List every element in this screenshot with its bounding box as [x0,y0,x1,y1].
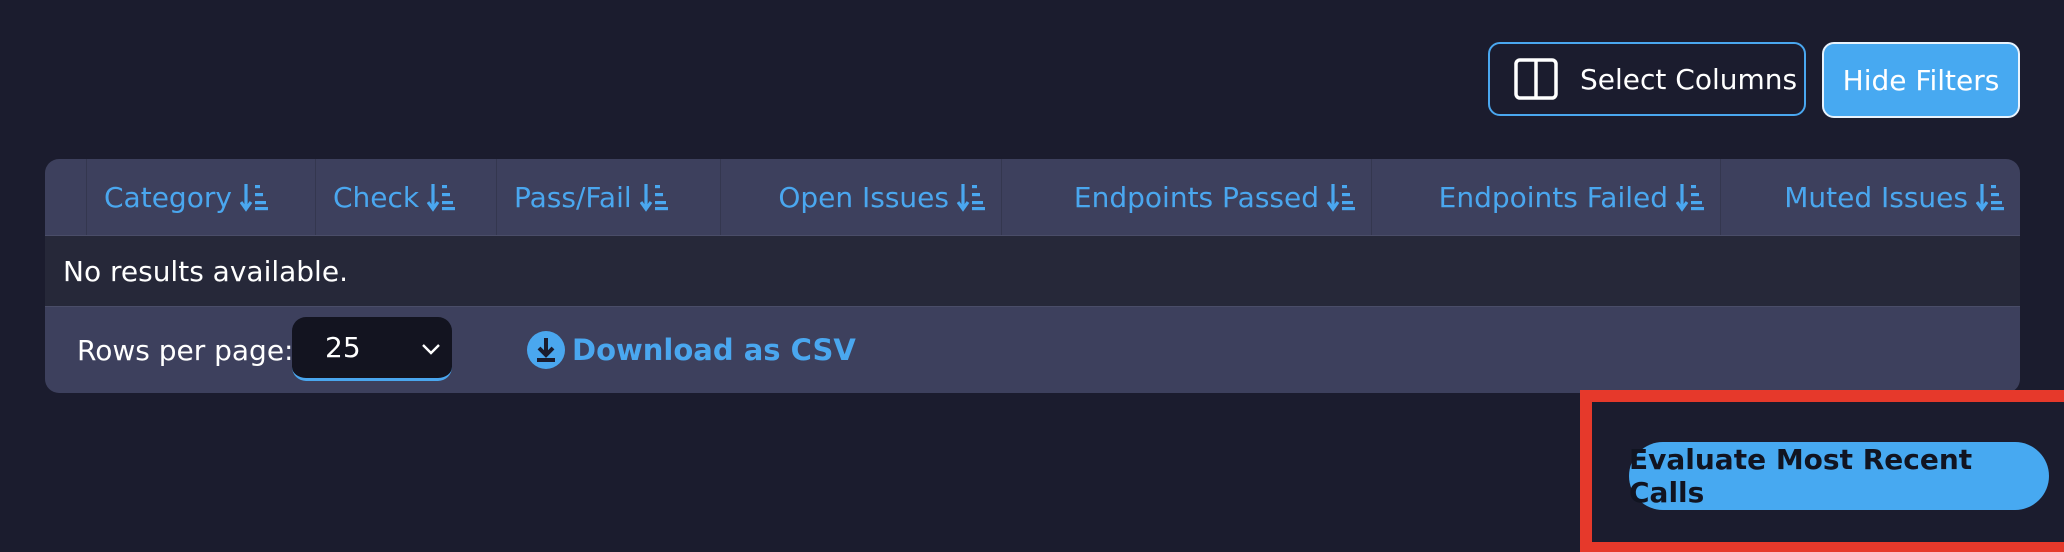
select-columns-label: Select Columns [1580,62,1798,96]
page: Select Columns Hide Filters Category Che… [0,0,2064,552]
sort-descending-icon [239,184,268,212]
sort-descending-icon [957,184,985,212]
download-circle-icon [527,331,565,369]
empty-results-row: No results available. [45,235,2020,307]
chevron-down-icon [422,344,440,355]
rows-per-page-label: Rows per page: [77,333,294,367]
header-spacer [45,159,87,235]
column-header-label: Endpoints Passed [1073,180,1319,214]
sort-descending-icon [427,184,456,212]
column-header-label: Endpoints Failed [1438,180,1668,214]
columns-icon [1514,58,1558,100]
evaluate-most-recent-calls-button[interactable]: Evaluate Most Recent Calls [1629,442,2049,510]
sort-descending-icon [1976,184,2004,212]
results-table: Category Check Pass/Fail Open Issues End… [45,159,2020,393]
column-header-check[interactable]: Check [316,159,497,235]
sort-descending-icon [1327,184,1355,212]
column-header-pass-fail[interactable]: Pass/Fail [497,159,721,235]
hide-filters-button[interactable]: Hide Filters [1822,42,2020,118]
column-header-label: Check [333,180,420,214]
sort-descending-icon [639,184,668,212]
column-header-label: Muted Issues [1784,180,1968,214]
column-header-endpoints-passed[interactable]: Endpoints Passed [1002,159,1372,235]
rows-per-page-select[interactable]: 25 [292,317,452,381]
column-header-label: Pass/Fail [514,180,632,214]
download-csv-label: Download as CSV [572,333,856,367]
empty-results-message: No results available. [63,254,348,288]
table-header: Category Check Pass/Fail Open Issues End… [45,159,2020,235]
column-header-muted-issues[interactable]: Muted Issues [1721,159,2020,235]
column-header-category[interactable]: Category [87,159,316,235]
table-footer: Rows per page: 25 Download as CSV [45,307,2020,393]
column-header-open-issues[interactable]: Open Issues [721,159,1002,235]
rows-per-page-value: 25 [325,331,361,364]
column-header-label: Category [104,180,232,214]
column-header-endpoints-failed[interactable]: Endpoints Failed [1372,159,1721,235]
select-columns-button[interactable]: Select Columns [1488,42,1806,116]
column-header-label: Open Issues [778,180,949,214]
download-csv-link[interactable]: Download as CSV [526,307,856,393]
sort-descending-icon [1676,184,1704,212]
